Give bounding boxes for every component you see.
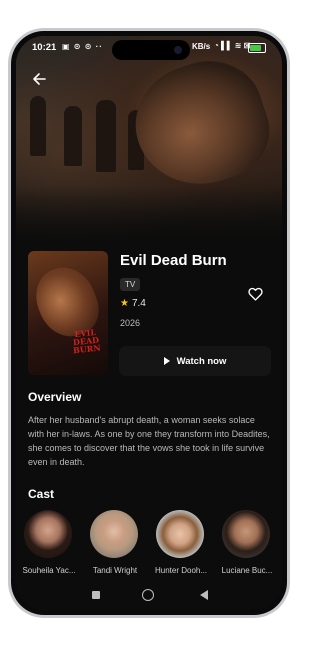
home-icon[interactable] <box>142 589 154 601</box>
status-time: 10:21 <box>32 42 57 53</box>
cast-name: Luciane Buc... <box>221 566 273 575</box>
battery-icon <box>248 43 266 53</box>
watch-now-label: Watch now <box>176 355 227 367</box>
release-year: 2026 <box>120 318 141 328</box>
overview-text: After her husband's abrupt death, a woma… <box>28 415 270 467</box>
favorite-button[interactable] <box>245 284 265 304</box>
back-button[interactable] <box>28 68 50 90</box>
movie-title: Evil Dead Burn <box>120 252 227 269</box>
poster-logo: EVIL DEAD BURN <box>72 326 102 356</box>
cast-name: Tandi Wright <box>92 566 138 575</box>
rating: ★ 7.4 <box>120 298 146 309</box>
signal-icons: ◔ ▌▌ ≋ ⊠ <box>214 41 251 50</box>
rating-value: 7.4 <box>131 298 146 309</box>
cast-avatar <box>24 510 72 558</box>
cast-list[interactable]: Souheila Yac... Tandi Wright Hunter Dooh… <box>16 510 282 580</box>
cast-avatar <box>90 510 138 558</box>
hero-backdrop <box>16 36 282 252</box>
movie-poster: EVIL DEAD BURN <box>28 251 108 375</box>
watch-now-button[interactable]: Watch now <box>119 346 271 376</box>
recents-icon[interactable] <box>92 591 100 599</box>
hero-figure <box>96 100 116 172</box>
cast-name: Souheila Yac... <box>22 566 76 575</box>
network-speed: KB/s <box>192 42 211 51</box>
hero-fade <box>16 186 282 252</box>
hero-figure <box>30 96 46 156</box>
camera-lens <box>174 46 182 54</box>
back-triangle-icon[interactable] <box>200 590 208 600</box>
hero-face-image <box>120 46 282 202</box>
system-nav-bar <box>16 582 282 610</box>
cast-avatar <box>222 510 270 558</box>
camera-cutout <box>112 40 190 60</box>
star-icon: ★ <box>120 298 129 309</box>
battery-level <box>250 45 261 51</box>
cast-avatar <box>156 510 204 558</box>
cast-name: Hunter Dooh... <box>154 566 208 575</box>
play-icon <box>163 357 170 365</box>
cast-heading: Cast <box>28 487 55 501</box>
overview-heading: Overview <box>28 390 82 404</box>
type-badge: TV <box>120 278 141 291</box>
notification-icons: ▣ ⊙ ⊙ ·· <box>62 42 103 51</box>
arrow-left-icon <box>33 73 46 85</box>
app-screen: 10:21 ▣ ⊙ ⊙ ·· KB/s ◔ ▌▌ ≋ ⊠ EVIL DEAD B… <box>16 36 282 610</box>
heart-outline-icon <box>247 287 263 301</box>
hero-figure <box>64 106 82 166</box>
